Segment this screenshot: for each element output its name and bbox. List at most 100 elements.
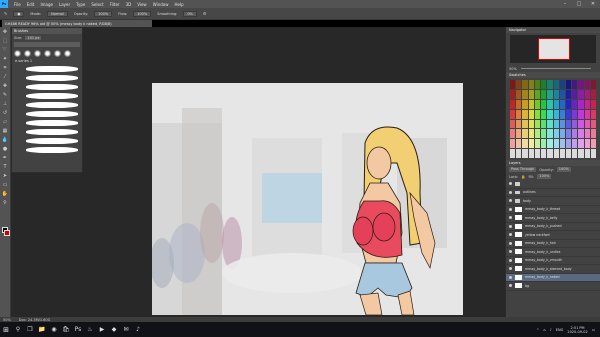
menu-type[interactable]: Type: [76, 2, 85, 7]
dodge-tool-icon[interactable]: ●: [2, 146, 9, 153]
layer-row[interactable]: messy_body_k_belly: [506, 214, 600, 223]
menu-layer[interactable]: Layer: [59, 2, 70, 7]
brush-tip-preview[interactable]: [34, 50, 41, 57]
color-swatch[interactable]: [565, 89, 572, 99]
stamp-tool-icon[interactable]: ⊥: [2, 101, 9, 108]
color-swatch[interactable]: [584, 129, 590, 139]
color-swatch[interactable]: [534, 89, 541, 99]
brush-search-input[interactable]: [14, 42, 80, 47]
color-swatch[interactable]: [565, 80, 572, 89]
language-indicator[interactable]: ENG: [556, 328, 564, 332]
color-swatch[interactable]: [578, 99, 584, 109]
layer-row[interactable]: messy_body_k_vmouth: [506, 257, 600, 265]
color-swatch[interactable]: [541, 129, 547, 139]
color-swatch[interactable]: [578, 89, 584, 99]
menu-image[interactable]: Image: [40, 2, 53, 7]
layer-fill-field[interactable]: 100%: [537, 174, 552, 179]
minimize-icon[interactable]: –: [558, 0, 572, 8]
color-swatch[interactable]: [541, 149, 547, 158]
brush-stroke-preview[interactable]: [26, 93, 78, 99]
path-select-tool-icon[interactable]: ➤: [2, 173, 9, 180]
visibility-eye-icon[interactable]: [509, 190, 512, 194]
maximize-icon[interactable]: □: [572, 0, 586, 8]
layer-row[interactable]: messy_body_k_naked: [506, 273, 600, 282]
lock-icon[interactable]: 🔒: [521, 175, 525, 179]
color-swatch[interactable]: [510, 139, 516, 149]
color-swatch[interactable]: [534, 80, 541, 89]
color-swatch[interactable]: [547, 119, 553, 129]
color-swatch[interactable]: [534, 109, 541, 119]
menu-select[interactable]: Select: [91, 2, 103, 7]
visibility-eye-icon[interactable]: [509, 216, 512, 220]
visibility-eye-icon[interactable]: [509, 224, 512, 228]
zoom-tool-icon[interactable]: ⚲: [2, 200, 9, 207]
notifications-icon[interactable]: ▭: [592, 328, 595, 332]
visibility-eye-icon[interactable]: [509, 182, 512, 186]
layer-row[interactable]: messy_body_k_undies: [506, 248, 600, 257]
color-swatch[interactable]: [590, 139, 596, 149]
menu-3d[interactable]: 3D: [126, 2, 132, 7]
color-swatch[interactable]: [516, 149, 522, 158]
quick-select-tool-icon[interactable]: ✦: [2, 56, 9, 63]
type-tool-icon[interactable]: T: [2, 164, 9, 171]
color-swatch[interactable]: [572, 89, 578, 99]
color-swatch[interactable]: [547, 139, 553, 149]
layer-row[interactable]: bg: [506, 282, 600, 291]
clock[interactable]: 2:51 PM 2020-09-02: [567, 326, 587, 334]
navigator-zoom-slider[interactable]: [520, 68, 591, 69]
color-swatch[interactable]: [584, 89, 590, 99]
color-swatch[interactable]: [590, 109, 596, 119]
navigator-zoom-value[interactable]: 50%: [509, 67, 517, 71]
color-swatch[interactable]: [547, 149, 553, 158]
color-swatch[interactable]: [541, 109, 547, 119]
color-swatch[interactable]: [565, 129, 572, 139]
color-swatch[interactable]: [516, 139, 522, 149]
color-swatch[interactable]: [528, 119, 534, 129]
brush-stroke-preview[interactable]: [26, 84, 78, 90]
color-swatch[interactable]: [559, 119, 565, 129]
color-swatch[interactable]: [516, 129, 522, 139]
color-swatch[interactable]: [528, 89, 534, 99]
brush-group-name[interactable]: e-series 1: [12, 59, 82, 63]
color-swatch[interactable]: [553, 99, 559, 109]
status-zoom[interactable]: 50%: [3, 318, 11, 322]
visibility-eye-icon[interactable]: [509, 250, 512, 254]
color-swatch[interactable]: [522, 109, 528, 119]
flow-field[interactable]: 100%: [133, 10, 152, 17]
color-swatch[interactable]: [590, 80, 596, 89]
layer-group-row[interactable]: [506, 180, 600, 189]
color-swatch[interactable]: [578, 80, 584, 89]
menu-help[interactable]: Help: [174, 2, 183, 7]
color-swatch[interactable]: [541, 139, 547, 149]
brush-stroke-preview[interactable]: [26, 66, 78, 72]
background-color-swatch[interactable]: [4, 230, 10, 236]
volume-icon[interactable]: ♪: [550, 328, 552, 332]
visibility-eye-icon[interactable]: [509, 207, 512, 211]
color-swatch[interactable]: [534, 99, 541, 109]
color-swatch[interactable]: [516, 89, 522, 99]
steam-icon[interactable]: ♨: [84, 322, 96, 337]
color-swatch[interactable]: [559, 99, 565, 109]
color-swatch[interactable]: [534, 119, 541, 129]
layer-group-row[interactable]: body: [506, 197, 600, 206]
visibility-eye-icon[interactable]: [509, 275, 512, 279]
menu-window[interactable]: Window: [153, 2, 169, 7]
color-swatch[interactable]: [516, 109, 522, 119]
brush-preset-picker[interactable]: ●: [13, 10, 25, 17]
layer-row[interactable]: messy_body_k_thread: [506, 206, 600, 214]
visibility-eye-icon[interactable]: [509, 284, 512, 288]
color-swatch[interactable]: [528, 129, 534, 139]
color-swatch[interactable]: [559, 139, 565, 149]
layer-group-row[interactable]: outlines: [506, 189, 600, 197]
color-swatch[interactable]: [510, 119, 516, 129]
color-swatch[interactable]: [572, 139, 578, 149]
layer-row[interactable]: yellow neckfwd: [506, 231, 600, 240]
color-swatch[interactable]: [553, 149, 559, 158]
task-view-icon[interactable]: ❐: [24, 322, 36, 337]
navigator-tab[interactable]: Navigator: [506, 27, 600, 33]
color-swatch[interactable]: [584, 99, 590, 109]
color-swatch[interactable]: [510, 129, 516, 139]
visibility-eye-icon[interactable]: [509, 258, 512, 262]
healing-tool-icon[interactable]: ✚: [2, 83, 9, 90]
color-swatch[interactable]: [547, 89, 553, 99]
